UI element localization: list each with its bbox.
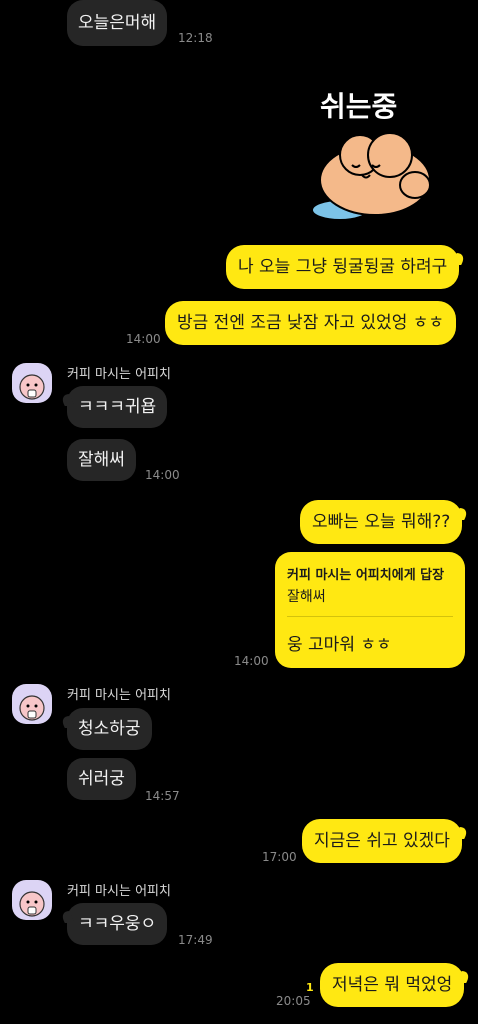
reply-message-bubble[interactable]: 커피 마시는 어피치에게 답장 잘해써 웅 고마워 ㅎㅎ — [275, 552, 465, 668]
message-bubble-in[interactable]: 쉬러궁 — [67, 758, 136, 800]
divider — [287, 616, 453, 617]
apeach-avatar-icon — [19, 695, 45, 721]
message-time: 17:00 — [262, 850, 297, 864]
message-bubble-out[interactable]: 방금 전엔 조금 낮잠 자고 있었엉 ㅎㅎ — [165, 301, 457, 345]
message-time: 12:18 — [178, 31, 213, 45]
message-time: 14:00 — [145, 468, 180, 482]
message-bubble-in[interactable]: 오늘은머해 — [67, 0, 168, 46]
avatar[interactable] — [12, 363, 52, 403]
sender-name: 커피 마시는 어피치 — [67, 688, 171, 703]
message-bubble-in[interactable]: 청소하궁 — [67, 708, 152, 750]
apeach-avatar-icon — [19, 891, 45, 917]
message-time: 17:49 — [178, 933, 213, 947]
reply-quote: 잘해써 — [287, 589, 326, 605]
avatar[interactable] — [12, 684, 52, 724]
reply-title: 커피 마시는 어피치에게 답장 — [287, 568, 445, 583]
sender-name: 커피 마시는 어피치 — [67, 884, 171, 899]
message-time: 14:00 — [126, 332, 161, 346]
sticker-caption: 쉬는중 — [320, 90, 398, 123]
reply-text: 웅 고마워 ㅎㅎ — [287, 635, 392, 655]
message-time: 20:05 — [276, 994, 311, 1008]
message-bubble-out[interactable]: 오빠는 오늘 뭐해?? — [300, 500, 463, 544]
message-bubble-out[interactable]: 저녁은 뭐 먹었엉 — [320, 963, 465, 1007]
unread-count: 1 — [306, 981, 314, 994]
sender-name: 커피 마시는 어피치 — [67, 367, 171, 382]
message-bubble-in[interactable]: 잘해써 — [67, 439, 136, 481]
sleeping-dog-icon — [311, 132, 431, 221]
apeach-avatar-icon — [19, 374, 45, 400]
message-bubble-in[interactable]: ㅋㅋㅋ귀욥 — [67, 386, 168, 428]
message-time: 14:00 — [234, 654, 269, 668]
message-bubble-out[interactable]: 나 오늘 그냥 뒹굴뒹굴 하려구 — [226, 245, 460, 289]
message-bubble-in[interactable]: ㅋㅋ우웅ㅇ — [67, 903, 168, 945]
avatar[interactable] — [12, 880, 52, 920]
message-time: 14:57 — [145, 789, 180, 803]
sticker[interactable]: 쉬는중 — [300, 85, 440, 230]
message-bubble-out[interactable]: 지금은 쉬고 있겠다 — [302, 819, 462, 863]
